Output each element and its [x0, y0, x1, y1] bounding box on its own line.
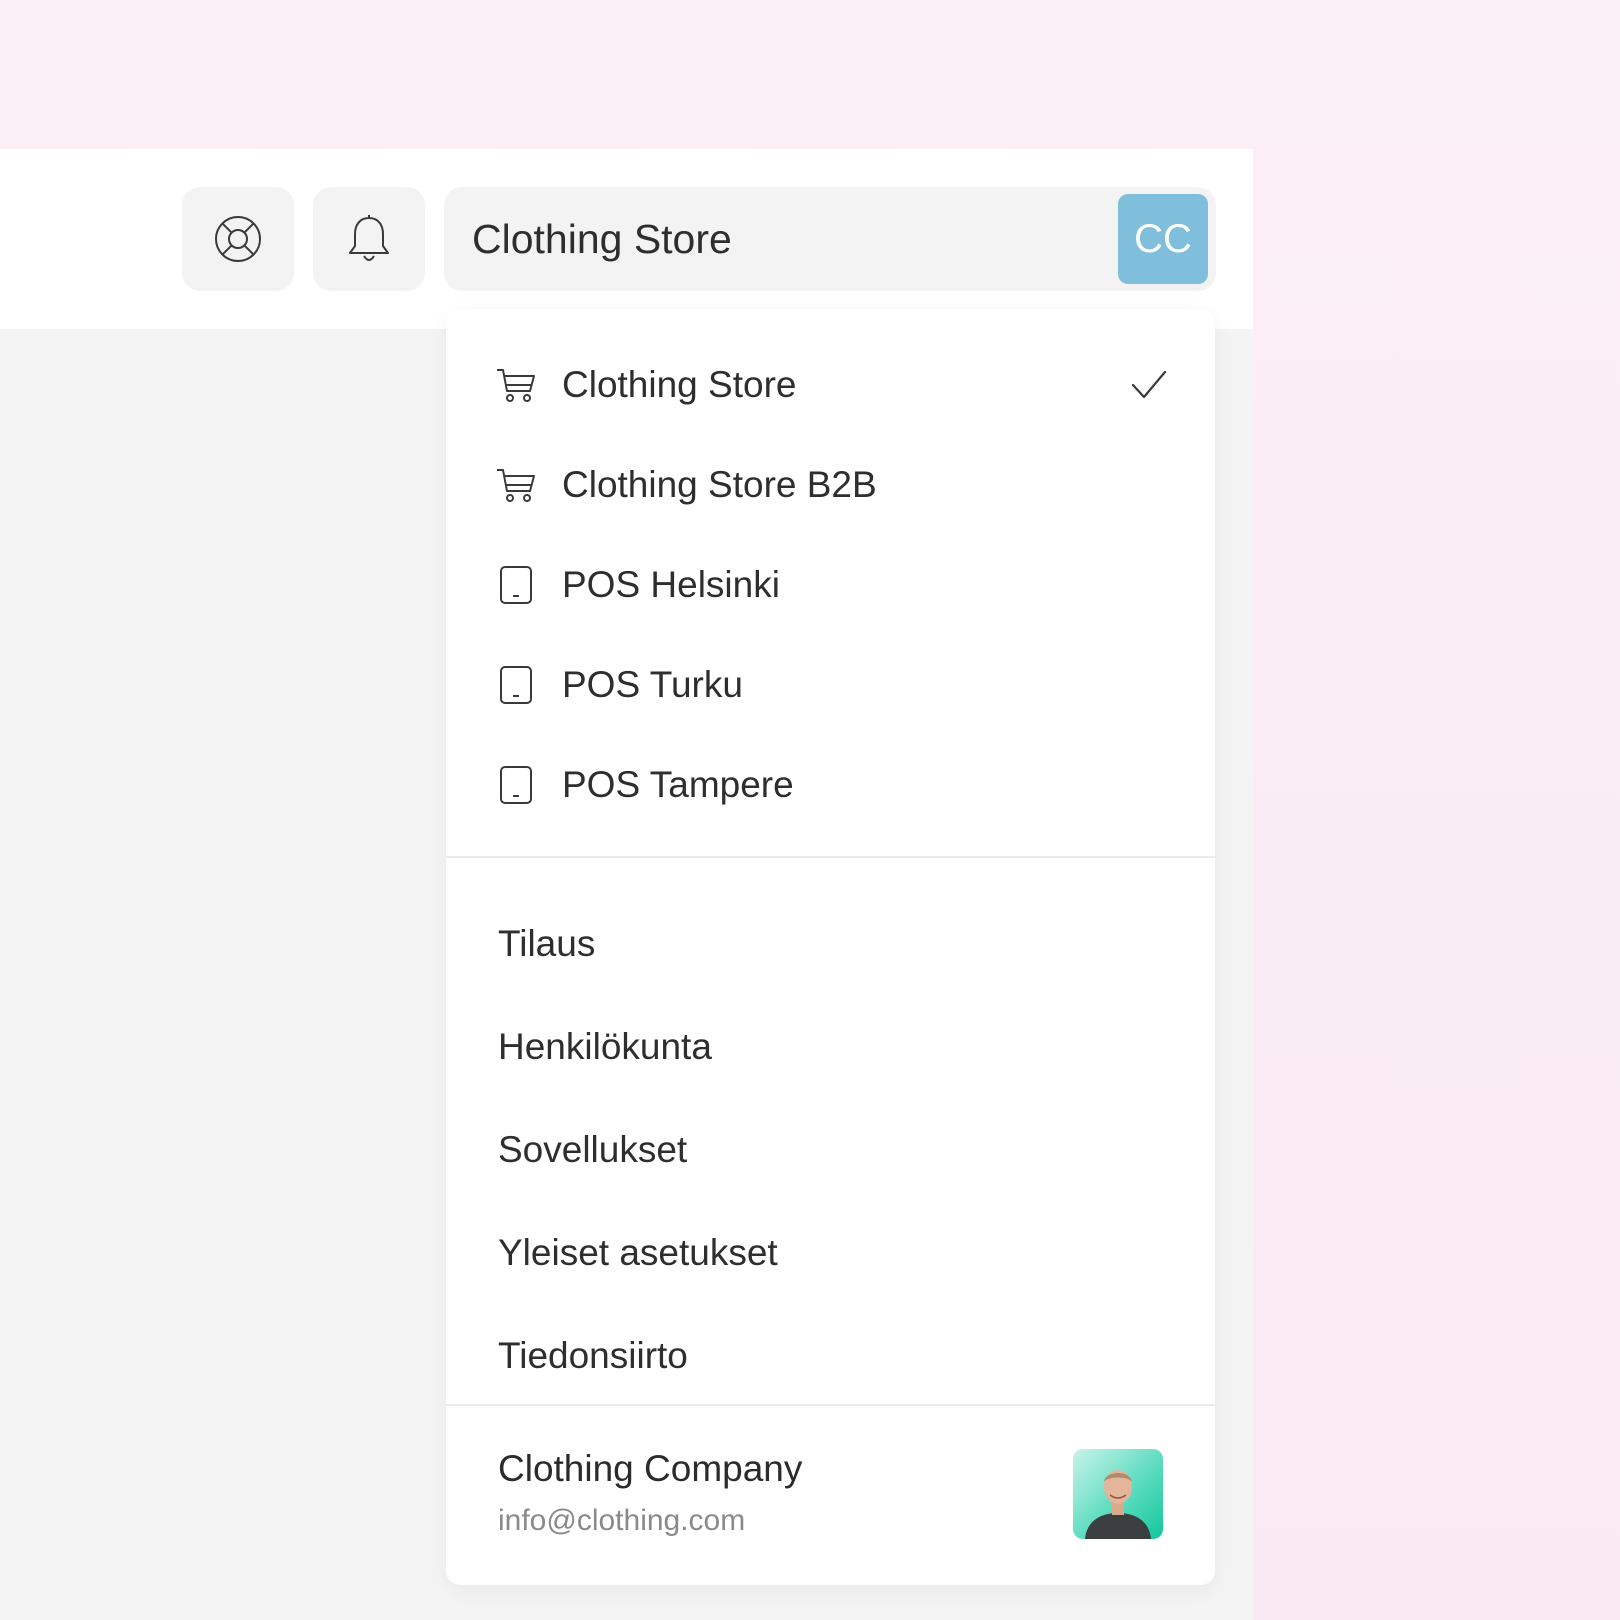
- menu-item-henkilokunta[interactable]: Henkilökunta: [498, 997, 1158, 1097]
- shopping-cart-icon: [497, 369, 535, 402]
- help-button[interactable]: [182, 187, 294, 291]
- store-item-pos-helsinki[interactable]: POS Helsinki: [446, 535, 1215, 635]
- tablet-icon: [500, 666, 532, 704]
- store-item-label: Clothing Store: [562, 364, 797, 405]
- bell-icon: [349, 215, 389, 261]
- notifications-button[interactable]: [313, 187, 425, 291]
- store-item-label: POS Tampere: [562, 764, 794, 805]
- store-item-pos-tampere[interactable]: POS Tampere: [446, 735, 1215, 835]
- account-email: info@clothing.com: [498, 1504, 746, 1537]
- menu-item-tilaus[interactable]: Tilaus: [498, 894, 1158, 994]
- menu-item-sovellukset[interactable]: Sovellukset: [498, 1100, 1158, 1200]
- tablet-icon: [500, 566, 532, 604]
- store-dropdown-menu: Clothing Store Clothing Store B2B POS He…: [446, 309, 1215, 1585]
- lifebuoy-icon: [215, 216, 261, 262]
- store-item-label: Clothing Store B2B: [562, 464, 877, 505]
- account-company-name: Clothing Company: [498, 1448, 803, 1489]
- menu-item-yleiset-asetukset[interactable]: Yleiset asetukset: [498, 1203, 1158, 1303]
- store-item-clothing-store-b2b[interactable]: Clothing Store B2B: [446, 435, 1215, 535]
- topbar: Clothing Store CC: [0, 149, 1253, 329]
- checkmark-icon: [1131, 370, 1167, 399]
- store-selector[interactable]: Clothing Store CC: [444, 187, 1216, 291]
- selected-store-label: Clothing Store: [472, 216, 732, 262]
- store-item-label: POS Turku: [562, 664, 743, 705]
- account-section[interactable]: Clothing Company info@clothing.com: [446, 1406, 1215, 1585]
- store-item-label: POS Helsinki: [562, 564, 780, 605]
- menu-item-tiedonsiirto[interactable]: Tiedonsiirto: [498, 1306, 1158, 1406]
- user-avatar-icon[interactable]: [1073, 1449, 1163, 1539]
- store-item-clothing-store[interactable]: Clothing Store: [446, 335, 1215, 435]
- divider: [446, 856, 1215, 858]
- tablet-icon: [500, 766, 532, 804]
- store-item-pos-turku[interactable]: POS Turku: [446, 635, 1215, 735]
- shopping-cart-icon: [497, 469, 535, 502]
- store-badge: CC: [1118, 194, 1208, 284]
